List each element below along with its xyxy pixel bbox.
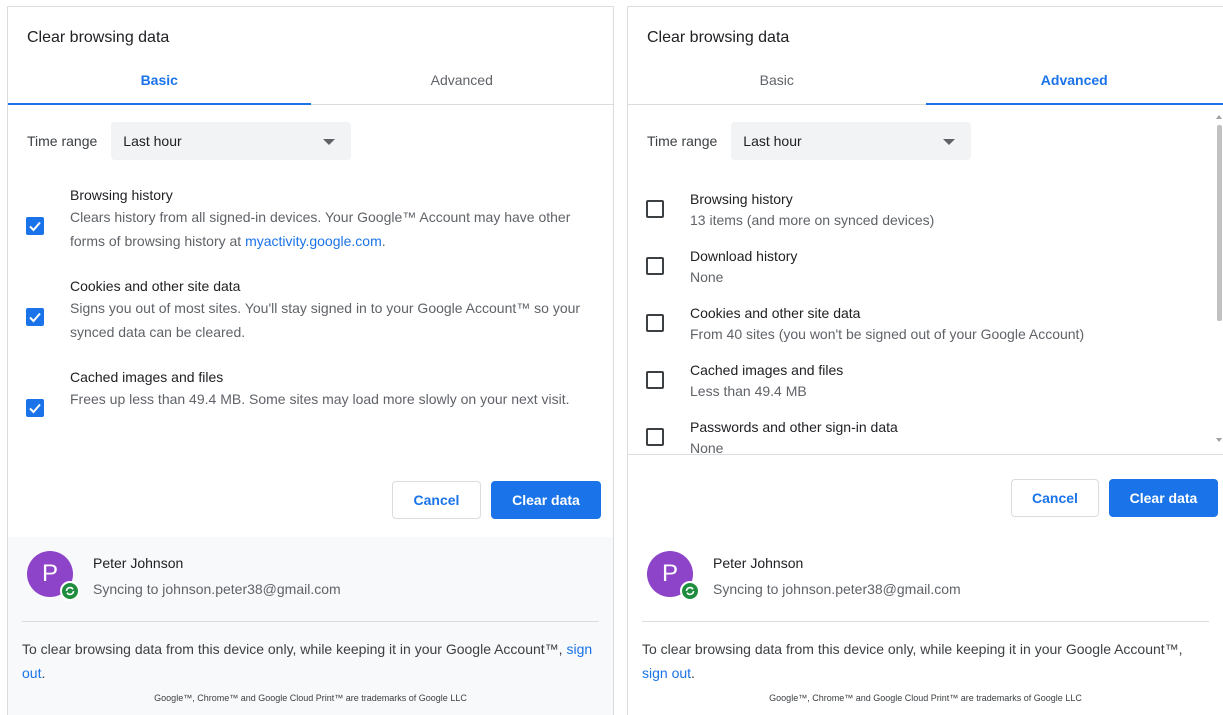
option-description: Less than 49.4 MB <box>690 383 807 399</box>
checkmark-icon <box>29 221 41 232</box>
checkbox-cached-images[interactable] <box>26 399 44 417</box>
option-download-history: Download history None <box>646 246 1203 303</box>
divider <box>642 621 1209 622</box>
trademark-notice: Google™, Chrome™ and Google Cloud Print™… <box>154 693 467 703</box>
time-range-row: Time range Last hour <box>647 122 972 160</box>
trademark-notice: Google™, Chrome™ and Google Cloud Print™… <box>769 693 1082 703</box>
cancel-button[interactable]: Cancel <box>392 481 481 519</box>
chevron-down-icon <box>323 139 336 145</box>
checkbox-cached-images[interactable] <box>646 371 664 389</box>
account-email: Syncing to johnson.peter38@gmail.com <box>713 581 961 597</box>
option-description: Clears history from all signed-in device… <box>70 209 571 249</box>
sign-out-notice: To clear browsing data from this device … <box>642 641 1183 681</box>
option-title: Download history <box>690 248 798 264</box>
option-title: Cookies and other site data <box>70 278 241 294</box>
scroll-up-icon[interactable] <box>1216 115 1222 119</box>
time-range-label: Time range <box>647 133 718 149</box>
time-range-label: Time range <box>27 133 98 149</box>
time-range-select[interactable]: Last hour <box>111 122 352 160</box>
sign-out-notice: To clear browsing data from this device … <box>22 641 593 681</box>
option-title: Passwords and other sign-in data <box>690 419 898 435</box>
option-title: Browsing history <box>690 191 793 207</box>
dialog-title: Clear browsing data <box>647 29 790 46</box>
tab-basic[interactable]: Basic <box>8 55 311 105</box>
sync-icon <box>60 581 80 601</box>
time-range-row: Time range Last hour <box>27 122 352 160</box>
option-passwords: Passwords and other sign-in data None <box>646 417 1203 455</box>
tab-bar: Basic Advanced <box>8 55 613 105</box>
option-cached-images: Cached images and files Less than 49.4 M… <box>646 360 1203 417</box>
option-browsing-history: Browsing history 13 items (and more on s… <box>646 189 1203 246</box>
checkbox-passwords[interactable] <box>646 428 664 446</box>
option-cookies: Cookies and other site data From 40 site… <box>646 303 1203 360</box>
option-description: 13 items (and more on synced devices) <box>690 212 935 228</box>
clear-data-dialog-basic: Clear browsing data Basic Advanced Time … <box>7 6 614 715</box>
account-email: Syncing to johnson.peter38@gmail.com <box>93 581 341 597</box>
option-cached-images: Cached images and files Frees up less th… <box>26 367 599 417</box>
chevron-down-icon <box>943 139 956 145</box>
time-range-value: Last hour <box>743 133 802 149</box>
option-cookies: Cookies and other site data Signs you ou… <box>26 276 599 344</box>
time-range-value: Last hour <box>123 133 182 149</box>
option-title: Cached images and files <box>70 369 224 385</box>
checkmark-icon <box>29 403 41 414</box>
option-title: Cached images and files <box>690 362 844 378</box>
option-title: Browsing history <box>70 187 173 203</box>
option-description: None <box>690 269 724 285</box>
tab-bar: Basic Advanced <box>628 55 1223 105</box>
checkmark-icon <box>29 312 41 323</box>
option-description: Frees up less than 49.4 MB. Some sites m… <box>70 391 570 407</box>
checkbox-browsing-history[interactable] <box>26 217 44 235</box>
scroll-down-icon[interactable] <box>1216 438 1222 442</box>
account-section: P Peter Johnson Syncing to johnson.peter… <box>8 537 613 715</box>
tab-advanced[interactable]: Advanced <box>925 55 1223 105</box>
scrollbar-thumb[interactable] <box>1217 125 1222 321</box>
tab-basic[interactable]: Basic <box>628 55 926 104</box>
option-description: Signs you out of most sites. You'll stay… <box>70 300 581 340</box>
checkbox-download-history[interactable] <box>646 257 664 275</box>
cancel-button[interactable]: Cancel <box>1011 479 1099 517</box>
checkbox-cookies[interactable] <box>646 314 664 332</box>
option-title: Cookies and other site data <box>690 305 861 321</box>
account-section: P Peter Johnson Syncing to johnson.peter… <box>628 537 1223 715</box>
clear-data-dialog-advanced: Clear browsing data Basic Advanced Time … <box>627 6 1223 715</box>
sign-out-link[interactable]: sign out <box>642 665 691 681</box>
time-range-select[interactable]: Last hour <box>731 122 972 160</box>
myactivity-link[interactable]: myactivity.google.com <box>245 233 382 249</box>
clear-data-button[interactable]: Clear data <box>1109 479 1218 517</box>
checkbox-cookies[interactable] <box>26 308 44 326</box>
sync-icon <box>680 581 700 601</box>
option-browsing-history: Browsing history Clears history from all… <box>26 185 599 253</box>
account-name: Peter Johnson <box>713 555 804 571</box>
tab-advanced[interactable]: Advanced <box>311 55 614 104</box>
dialog-title: Clear browsing data <box>27 29 170 46</box>
account-name: Peter Johnson <box>93 555 184 571</box>
option-description: None <box>690 440 724 455</box>
divider <box>22 621 599 622</box>
clear-data-button[interactable]: Clear data <box>491 481 601 519</box>
checkbox-browsing-history[interactable] <box>646 200 664 218</box>
option-description: From 40 sites (you won't be signed out o… <box>690 326 1085 342</box>
options-list[interactable]: Browsing history 13 items (and more on s… <box>628 177 1223 455</box>
